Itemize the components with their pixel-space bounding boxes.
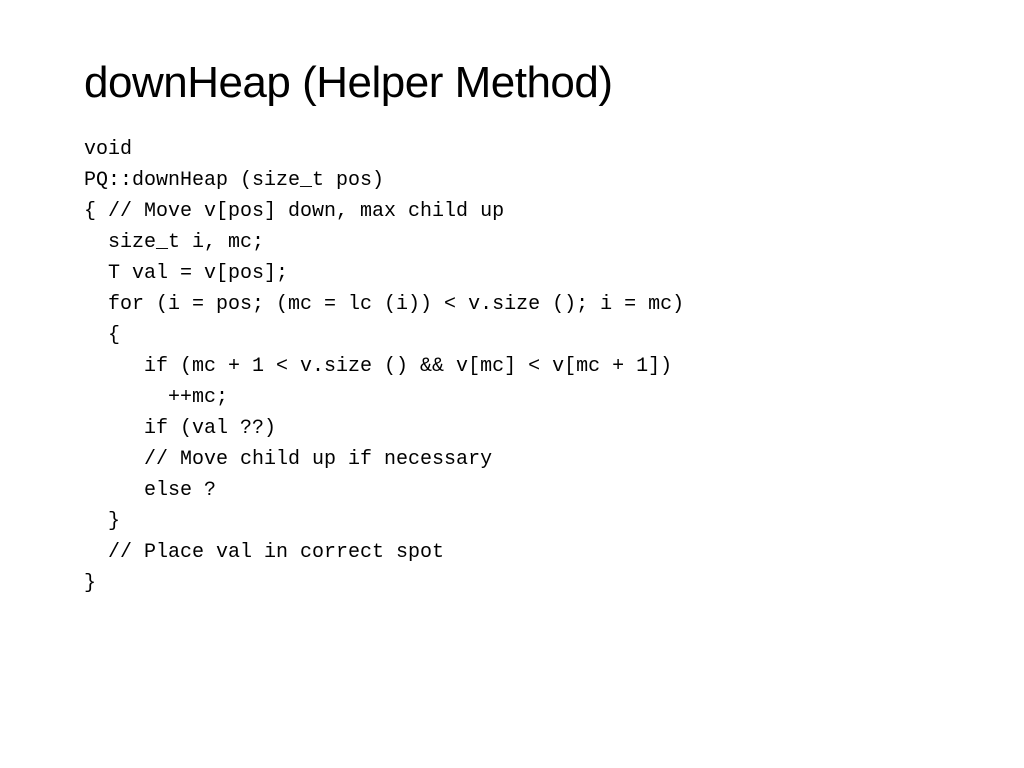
code-block: void PQ::downHeap (size_t pos) { // Move… bbox=[84, 134, 940, 599]
slide-title: downHeap (Helper Method) bbox=[84, 58, 940, 108]
